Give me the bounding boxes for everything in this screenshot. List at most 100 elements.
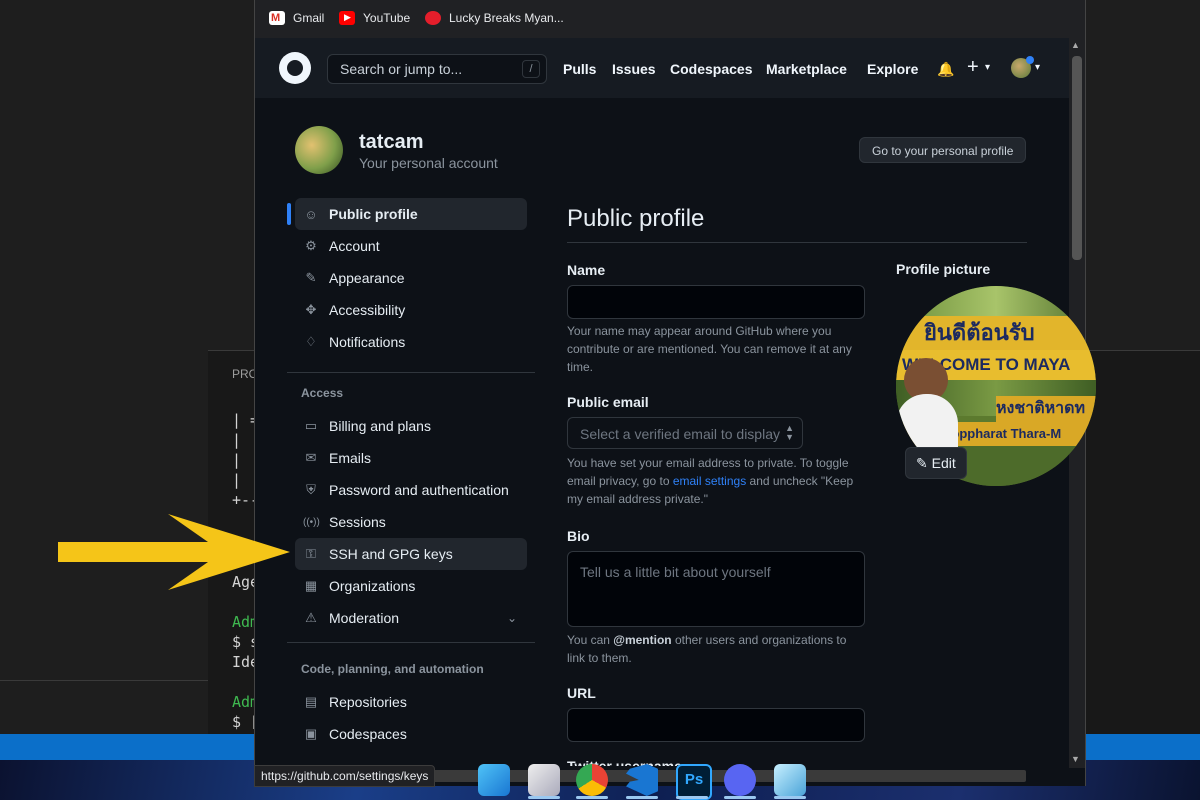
- nav-codespaces[interactable]: Codespaces: [670, 61, 752, 77]
- account-username[interactable]: tatcam: [359, 131, 423, 154]
- coca-cola-icon: [425, 11, 441, 25]
- bio-textarea[interactable]: Tell us a little bit about yourself: [567, 551, 865, 627]
- running-indicator: [676, 796, 708, 799]
- github-logo-icon[interactable]: [279, 52, 311, 84]
- link-status-url: https://github.com/settings/keys: [254, 765, 436, 787]
- sign-thai-text: ยินดีต้อนรับ: [896, 316, 1096, 350]
- terminal-line: |: [232, 451, 242, 469]
- file-explorer-icon[interactable]: [528, 764, 560, 796]
- scroll-up-icon[interactable]: ▲: [1071, 40, 1080, 50]
- bookmark-youtube[interactable]: ▶ YouTube: [339, 11, 410, 25]
- sidebar-heading-code: Code, planning, and automation: [301, 662, 484, 676]
- sidebar-item-label: SSH and GPG keys: [329, 546, 453, 562]
- nav-issues[interactable]: Issues: [612, 61, 656, 77]
- discord-icon[interactable]: [724, 764, 756, 796]
- sidebar-item-label: Account: [329, 238, 380, 254]
- sidebar-item-sessions[interactable]: ((•)) Sessions: [295, 506, 527, 538]
- browser-window: M Gmail ▶ YouTube Lucky Breaks Myan... S…: [254, 0, 1096, 786]
- scroll-down-icon[interactable]: ▼: [1071, 754, 1080, 764]
- sidebar-item-label: Billing and plans: [329, 418, 431, 434]
- search-input[interactable]: Search or jump to... /: [327, 54, 547, 84]
- running-indicator: [626, 796, 658, 799]
- title-divider: [567, 242, 1027, 243]
- accessibility-icon: ✥: [305, 302, 317, 317]
- bookmark-lucky-breaks[interactable]: Lucky Breaks Myan...: [425, 11, 564, 25]
- report-icon: ⚠: [305, 610, 317, 625]
- sidebar-divider: [287, 372, 535, 373]
- organization-icon: ▦: [304, 578, 318, 593]
- bio-help: You can @mention other users and organiz…: [567, 633, 847, 665]
- sidebar-item-appearance[interactable]: ✎ Appearance: [295, 262, 527, 294]
- slash-key-icon: /: [522, 60, 540, 78]
- nav-explore[interactable]: Explore: [867, 61, 918, 77]
- active-indicator: [287, 203, 291, 225]
- account-avatar: [295, 126, 343, 174]
- status-bar: [0, 734, 254, 760]
- paintbrush-icon: ✎: [305, 270, 317, 285]
- chevron-down-icon[interactable]: ▾: [985, 62, 990, 73]
- terminal-line: |: [232, 431, 242, 449]
- chevron-down-icon[interactable]: ⌄: [507, 611, 517, 625]
- page-title: Public profile: [567, 205, 705, 232]
- select-arrows-icon: ▲ ▼: [785, 423, 794, 442]
- nav-pulls[interactable]: Pulls: [563, 61, 596, 77]
- sidebar-item-label: Moderation: [329, 610, 400, 626]
- photoshop-icon[interactable]: Ps: [676, 764, 712, 800]
- sidebar-item-accessibility[interactable]: ✥ Accessibility: [295, 294, 527, 326]
- sidebar-item-account[interactable]: ⚙ Account: [295, 230, 527, 262]
- terminal-line: |: [232, 471, 242, 489]
- key-icon: ⚿: [306, 546, 316, 561]
- running-indicator: [724, 796, 756, 799]
- bookmark-gmail[interactable]: M Gmail: [269, 11, 324, 25]
- chevron-down-icon[interactable]: ▾: [1035, 62, 1040, 73]
- credit-card-icon: ▭: [304, 418, 318, 433]
- status-dot-icon: [1026, 56, 1034, 64]
- search-placeholder: Search or jump to...: [340, 61, 463, 77]
- sidebar-item-label: Accessibility: [329, 302, 406, 318]
- sidebar-item-organizations[interactable]: ▦ Organizations: [295, 570, 527, 602]
- edit-picture-button[interactable]: ✎ Edit: [905, 447, 967, 479]
- gmail-icon: M: [269, 11, 285, 25]
- scrollbar-thumb[interactable]: [1072, 56, 1082, 260]
- notifications-bell-icon[interactable]: 🔔: [937, 61, 954, 78]
- go-to-profile-button[interactable]: Go to your personal profile: [859, 137, 1027, 163]
- create-new-plus-icon[interactable]: +: [967, 56, 979, 79]
- email-select-placeholder: Select a verified email to display: [580, 426, 780, 442]
- yellow-arrow-annotation-icon: [58, 514, 290, 590]
- notepad-icon[interactable]: [774, 764, 806, 796]
- bookmark-label: Gmail: [293, 11, 325, 25]
- sidebar-item-codespaces[interactable]: ▣ Codespaces: [295, 718, 527, 750]
- bell-icon: ♢: [305, 334, 317, 349]
- sidebar-item-password-auth[interactable]: ⛨ Password and authentication: [295, 474, 527, 506]
- url-field[interactable]: [567, 708, 865, 742]
- codespaces-icon: ▣: [304, 726, 318, 741]
- sidebar-item-public-profile[interactable]: ☺ Public profile: [295, 198, 527, 230]
- bookmark-label: Lucky Breaks Myan...: [449, 11, 564, 25]
- running-indicator: [576, 796, 608, 799]
- sidebar-item-repositories[interactable]: ▤ Repositories: [295, 686, 527, 718]
- name-help: Your name may appear around GitHub where…: [567, 324, 852, 374]
- public-email-select[interactable]: Select a verified email to display ▲ ▼: [567, 417, 803, 449]
- chrome-icon[interactable]: [576, 764, 608, 796]
- sidebar-divider: [287, 642, 535, 643]
- repo-icon: ▤: [304, 694, 318, 709]
- broadcast-icon: ((•)): [303, 516, 320, 528]
- shield-icon: ⛨: [306, 482, 316, 497]
- status-bar: [1084, 734, 1200, 760]
- sidebar-item-label: Password and authentication: [329, 482, 509, 498]
- windows-start-icon[interactable]: [478, 764, 510, 796]
- sidebar-item-emails[interactable]: ✉ Emails: [295, 442, 527, 474]
- bio-label: Bio: [567, 528, 590, 544]
- youtube-icon: ▶: [339, 11, 355, 25]
- name-field[interactable]: [567, 285, 865, 319]
- pencil-icon: ✎: [916, 455, 928, 471]
- sidebar-item-billing[interactable]: ▭ Billing and plans: [295, 410, 527, 442]
- sidebar-item-label: Organizations: [329, 578, 416, 594]
- email-settings-link[interactable]: email settings: [673, 474, 746, 488]
- sidebar-item-label: Notifications: [329, 334, 406, 350]
- nav-marketplace[interactable]: Marketplace: [766, 61, 847, 77]
- sidebar-item-notifications[interactable]: ♢ Notifications: [295, 326, 527, 358]
- panel-divider: [0, 680, 208, 681]
- sidebar-item-ssh-gpg-keys[interactable]: ⚿ SSH and GPG keys: [295, 538, 527, 570]
- sidebar-item-moderation[interactable]: ⚠ Moderation ⌄: [295, 602, 527, 634]
